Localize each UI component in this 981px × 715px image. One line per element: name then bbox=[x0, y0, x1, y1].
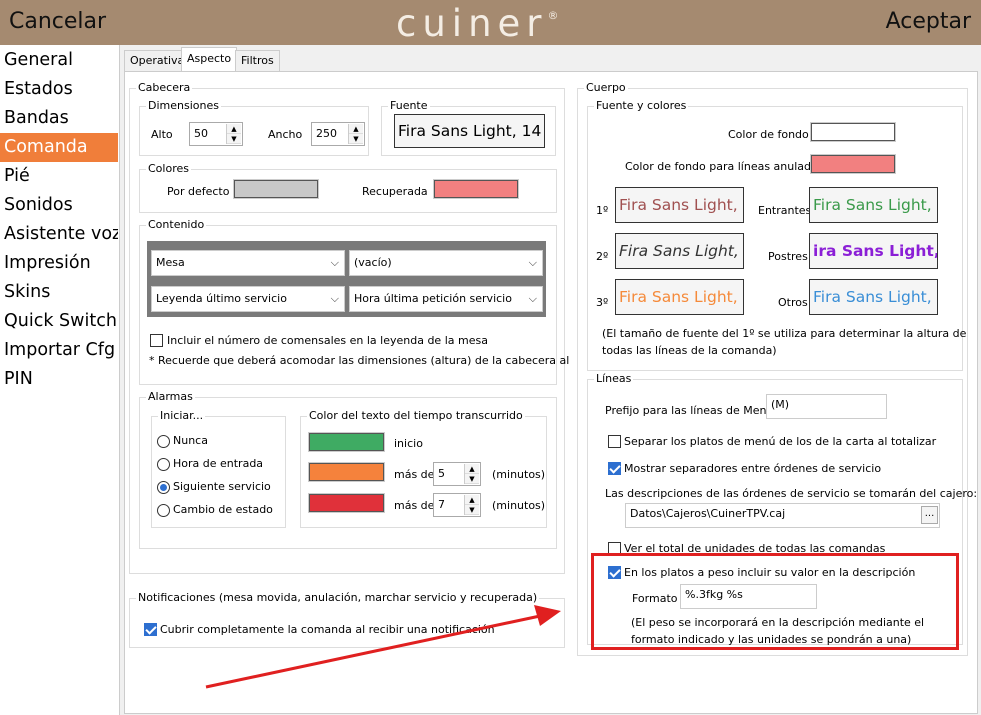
annotation-arrow-icon bbox=[205, 605, 561, 689]
